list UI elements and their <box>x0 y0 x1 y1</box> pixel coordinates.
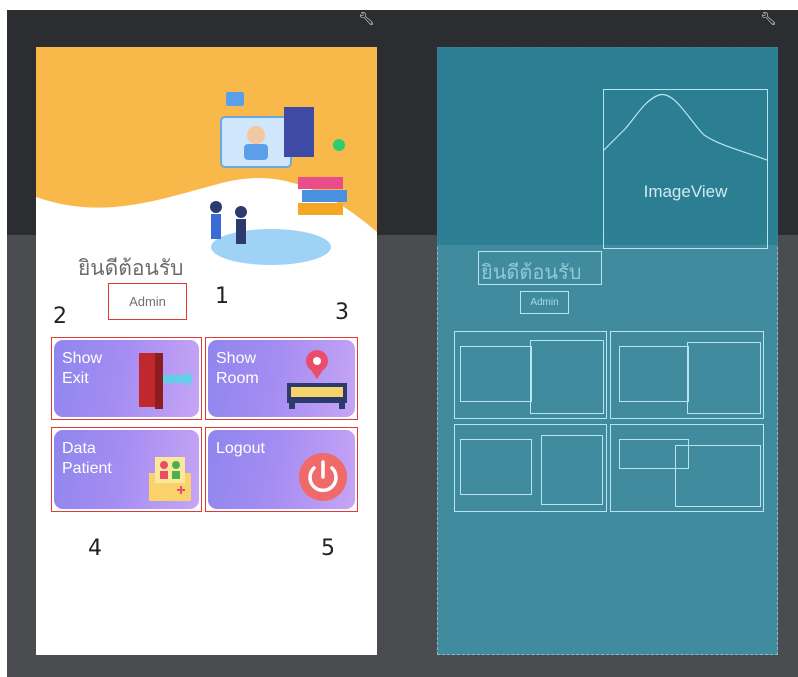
data-patient-button[interactable]: Data Patient <box>54 430 199 509</box>
show-exit-button[interactable]: Show Exit <box>54 340 199 417</box>
admin-label: Admin <box>108 283 187 320</box>
annotation-4: 4 <box>88 536 102 561</box>
blueprint-tile-1-text <box>460 346 532 402</box>
show-room-button[interactable]: Show Room <box>208 340 355 417</box>
imageview-label: ImageView <box>643 182 728 201</box>
blueprint-tile-1-image <box>530 340 604 414</box>
wrench-icon[interactable]: 🔧︎ <box>760 12 777 27</box>
blueprint-tile-3[interactable] <box>454 424 607 512</box>
power-icon <box>299 453 347 501</box>
blueprint-tile-2-text <box>619 346 689 402</box>
logout-label: Logout <box>216 440 265 457</box>
annotation-3: 3 <box>335 300 349 325</box>
show-room-frame: Show Room <box>205 337 358 420</box>
blueprint-tile-3-image <box>541 435 603 505</box>
show-room-label: Show Room <box>216 350 259 387</box>
blueprint-tile-4[interactable] <box>610 424 764 512</box>
welcome-text: ยินดีต้อนรับ <box>78 256 184 280</box>
blueprint-tile-3-text <box>460 439 532 495</box>
room-bed-icon <box>287 350 347 409</box>
blueprint-tile-1[interactable] <box>454 331 607 419</box>
wrench-icon[interactable]: 🔧︎ <box>358 12 375 27</box>
blueprint-imageview[interactable]: ImageView <box>603 89 768 249</box>
show-exit-label: Show Exit <box>62 350 103 387</box>
blueprint-welcome-text: ยินดีต้อนรับ <box>481 260 582 284</box>
annotation-2: 2 <box>53 304 67 329</box>
patient-data-icon <box>149 457 191 501</box>
logout-button[interactable]: Logout <box>208 430 355 509</box>
annotation-5: 5 <box>321 536 335 561</box>
blueprint-tile-2-image <box>687 342 761 414</box>
data-patient-frame: Data Patient <box>51 427 202 512</box>
logout-frame: Logout <box>205 427 358 512</box>
annotation-1: 1 <box>215 284 229 309</box>
blueprint-admin-label[interactable]: Admin <box>520 291 569 314</box>
imageview-placeholder-icon <box>604 93 767 161</box>
show-exit-frame: Show Exit <box>51 337 202 420</box>
exit-door-icon <box>139 353 193 409</box>
blueprint-tile-4-image <box>675 445 761 507</box>
blueprint-tile-2[interactable] <box>610 331 764 419</box>
data-patient-label: Data Patient <box>62 440 112 477</box>
